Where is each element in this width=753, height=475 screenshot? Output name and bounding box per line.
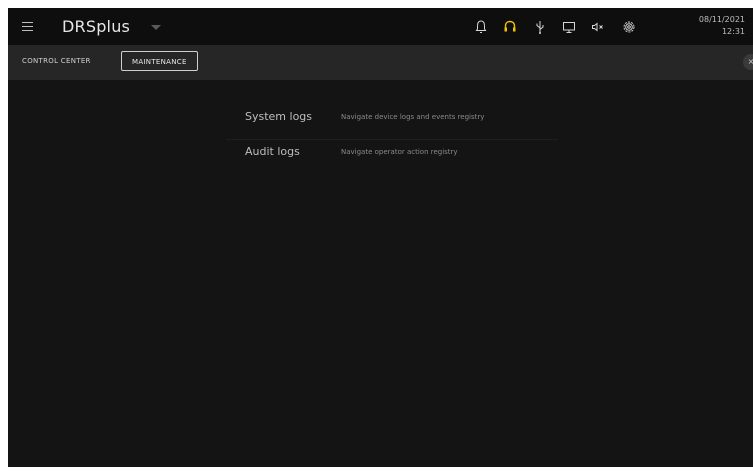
time-text: 12:31 xyxy=(721,27,745,36)
maintenance-menu: System logs Navigate device logs and eve… xyxy=(226,105,558,174)
gear-icon[interactable] xyxy=(620,18,638,36)
caret-down-icon[interactable] xyxy=(151,25,161,30)
bell-icon[interactable] xyxy=(472,18,490,36)
tab-maintenance[interactable]: MAINTENANCE xyxy=(121,51,198,71)
headset-icon[interactable] xyxy=(501,18,519,36)
menu-item-audit-logs[interactable]: Audit logs Navigate operator action regi… xyxy=(226,139,558,174)
menu-item-description: Navigate operator action registry xyxy=(341,148,458,156)
speaker-muted-icon[interactable] xyxy=(589,18,607,36)
tab-control-center[interactable]: CONTROL CENTER xyxy=(12,51,101,71)
app-title[interactable]: DRSplus xyxy=(62,17,130,36)
menu-item-label: System logs xyxy=(245,110,313,123)
menu-item-system-logs[interactable]: System logs Navigate device logs and eve… xyxy=(226,105,558,139)
menu-item-description: Navigate device logs and events registry xyxy=(341,113,485,121)
tab-bar: CONTROL CENTER MAINTENANCE × xyxy=(8,45,753,80)
hamburger-menu-icon[interactable] xyxy=(22,20,34,32)
app-window: DRSplus 08/11/2021 12:31 CONTROL CENTER … xyxy=(8,8,753,467)
date-text: 08/11/2021 xyxy=(698,15,745,24)
date-time: 08/11/2021 12:31 xyxy=(699,14,745,38)
top-bar: DRSplus 08/11/2021 12:31 xyxy=(8,8,753,45)
menu-item-label: Audit logs xyxy=(245,145,300,158)
monitor-icon[interactable] xyxy=(560,18,578,36)
usb-icon[interactable] xyxy=(531,18,549,36)
close-icon[interactable]: × xyxy=(743,54,753,70)
